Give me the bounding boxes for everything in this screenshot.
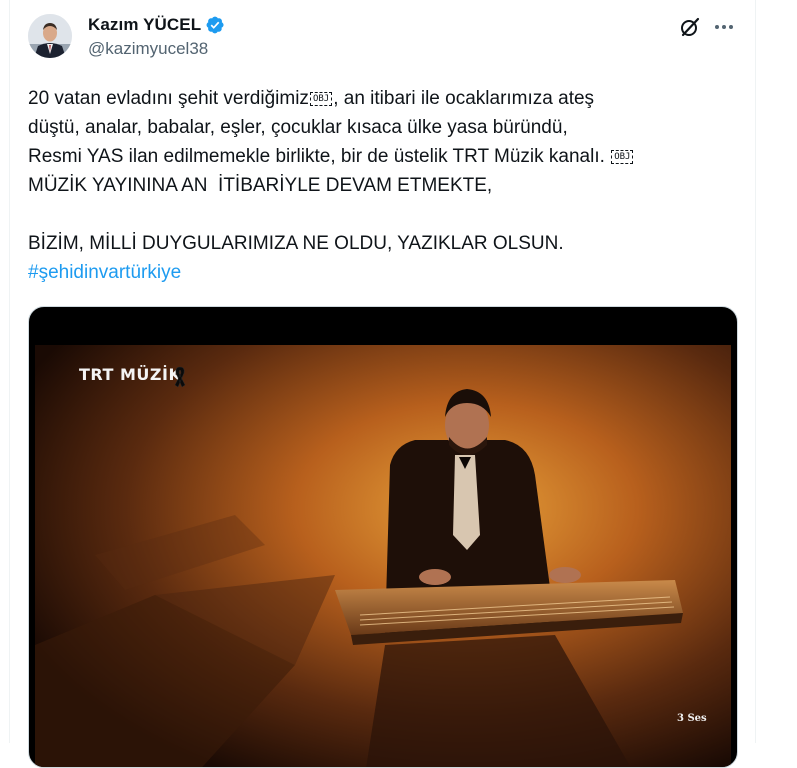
obj-glyph-icon: OBJ	[309, 92, 333, 106]
tweet-blank-line	[28, 200, 740, 229]
more-options-icon[interactable]	[712, 15, 736, 39]
video-player[interactable]: TRT MÜZİK 3 Ses	[28, 306, 738, 768]
grok-icon[interactable]	[678, 15, 702, 39]
tweet-line: düştü, analar, babalar, eşler, çocuklar …	[28, 113, 740, 142]
obj-glyph-icon: OBJ	[611, 150, 634, 164]
tweet-line: Resmi YAS ilan edilmemekle birlikte, bir…	[28, 142, 740, 171]
tweet-line: 20 vatan evladını şehit verdiğimiz OBJ, a…	[28, 84, 740, 113]
tweet-text-segment: BİZİM, MİLLİ DUYGULARIMIZA NE OLDU, YAZI…	[28, 233, 564, 254]
tweet-text-segment: Resmi YAS ilan edilmemekle birlikte, bir…	[28, 146, 611, 167]
video-frame	[35, 345, 731, 767]
tweet-line: MÜZİK YAYININA AN İTİBARİYLE DEVAM ETMEK…	[28, 171, 740, 200]
tweet-text-segment: 20 vatan evladını şehit verdiğimiz	[28, 88, 309, 109]
author-display-name[interactable]: Kazım YÜCEL	[88, 15, 201, 35]
voice-label: 3 Ses	[677, 713, 707, 724]
timeline-left-border	[9, 0, 10, 743]
tweet-text-segment: , an itibari ile ocaklarımıza ateş	[333, 88, 595, 109]
black-ribbon-icon	[174, 366, 186, 388]
author-header: Kazım YÜCEL @kazimyucel38	[88, 13, 225, 59]
tweet-text: 20 vatan evladını şehit verdiğimiz OBJ, a…	[28, 84, 740, 287]
timeline-right-border	[755, 0, 756, 743]
hashtag-link[interactable]: #şehidinvartürkiye	[28, 262, 181, 283]
tweet-line: BİZİM, MİLLİ DUYGULARIMIZA NE OLDU, YAZI…	[28, 229, 740, 258]
profile-photo-icon	[28, 14, 72, 58]
author-avatar[interactable]	[28, 14, 72, 58]
author-handle[interactable]: @kazimyucel38	[88, 39, 225, 59]
verified-badge-icon[interactable]	[205, 15, 225, 35]
channel-logo: TRT MÜZİK	[79, 365, 182, 384]
tweet-line: #şehidinvartürkiye	[28, 258, 740, 287]
tweet-text-segment: düştü, analar, babalar, eşler, çocuklar …	[28, 117, 568, 138]
tweet-text-segment: MÜZİK YAYININA AN İTİBARİYLE DEVAM ETMEK…	[28, 175, 493, 196]
